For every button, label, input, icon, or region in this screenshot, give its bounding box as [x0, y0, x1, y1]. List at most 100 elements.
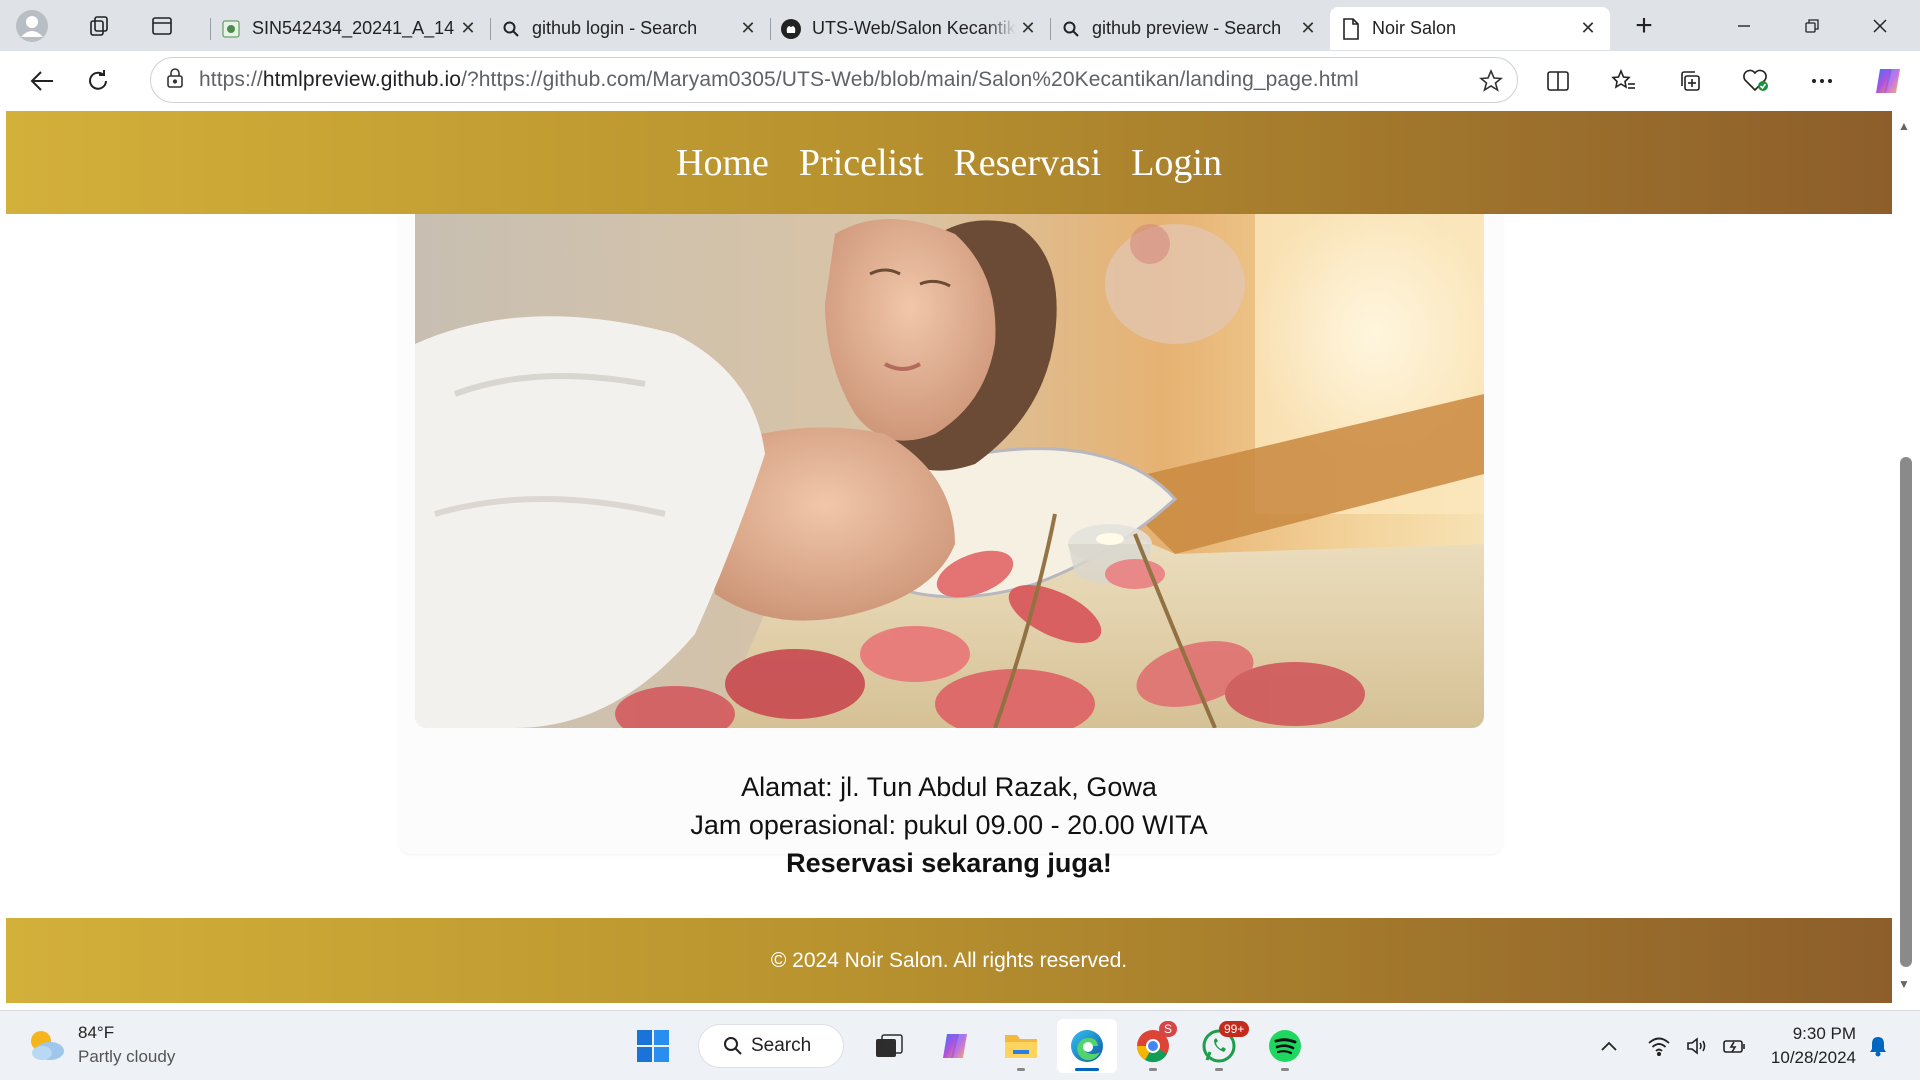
tab-github-login[interactable]: github login - Search ✕	[490, 7, 770, 50]
copilot-app[interactable]	[925, 1019, 985, 1073]
vertical-tabs-icon[interactable]	[140, 4, 184, 48]
windows-logo-icon	[637, 1030, 669, 1062]
copilot-icon[interactable]	[1860, 57, 1916, 105]
scrollbar-thumb[interactable]	[1900, 457, 1912, 967]
task-view-button[interactable]	[859, 1019, 919, 1073]
page-icon	[1340, 17, 1362, 40]
github-icon	[780, 18, 802, 40]
back-arrow-icon[interactable]	[14, 57, 70, 105]
hero-card	[399, 214, 1503, 854]
nav-home[interactable]: Home	[676, 141, 769, 185]
salon-info: Alamat: jl. Tun Abdul Razak, Gowa Jam op…	[6, 768, 1892, 882]
running-indicator	[1017, 1068, 1025, 1071]
close-window-icon[interactable]	[1846, 0, 1914, 51]
refresh-icon[interactable]	[70, 57, 126, 105]
chevron-up-icon[interactable]	[1590, 1040, 1628, 1052]
whatsapp-badge: 99+	[1219, 1021, 1250, 1037]
workspaces-icon[interactable]	[78, 4, 122, 48]
tab-sin[interactable]: SIN542434_20241_A_14 ✕	[210, 7, 490, 50]
active-indicator	[1075, 1068, 1099, 1071]
nav-pricelist[interactable]: Pricelist	[799, 141, 924, 185]
page-scrollbar[interactable]: ▲ ▼	[1892, 111, 1920, 1003]
tab-title: github preview - Search	[1092, 18, 1282, 38]
running-indicator	[1281, 1068, 1289, 1071]
scroll-down-icon[interactable]: ▼	[1898, 977, 1910, 991]
system-clock[interactable]: 9:30 PM 10/28/2024	[1750, 1022, 1856, 1070]
tab-title: github login - Search	[532, 18, 698, 38]
favorites-icon[interactable]	[1596, 57, 1652, 105]
nav-login[interactable]: Login	[1131, 141, 1222, 185]
tab-github-repo[interactable]: UTS-Web/Salon Kecantikan ✕	[770, 7, 1050, 50]
notification-bell-icon[interactable]	[1868, 1035, 1888, 1062]
volume-icon[interactable]	[1678, 1036, 1716, 1056]
new-tab-button[interactable]: +	[1616, 4, 1672, 48]
reservation-cta: Reservasi sekarang juga!	[786, 848, 1112, 878]
search-icon	[724, 1037, 742, 1055]
url-host: htmlpreview.github.io	[262, 68, 462, 91]
browser-essentials-icon[interactable]	[1728, 57, 1784, 105]
system-tray	[1590, 1021, 1754, 1071]
restore-icon[interactable]	[1778, 0, 1846, 51]
collections-icon[interactable]	[1662, 57, 1718, 105]
search-icon	[500, 18, 522, 40]
chrome-profile-badge: S	[1159, 1021, 1178, 1037]
partly-cloudy-icon	[31, 1031, 64, 1060]
footer-copyright: © 2024 Noir Salon. All rights reserved.	[770, 948, 1128, 972]
address-bar[interactable]: https://htmlpreview.github.io/?https://g…	[150, 57, 1518, 103]
spotify-icon	[1269, 1030, 1301, 1062]
clock-time: 9:30 PM	[1792, 1024, 1856, 1043]
copilot-icon	[943, 1034, 967, 1058]
taskbar-search[interactable]: Search	[698, 1024, 844, 1068]
edge-app[interactable]	[1057, 1019, 1117, 1073]
tab-noir-salon[interactable]: Noir Salon ✕	[1330, 7, 1610, 50]
site-logo-icon	[220, 18, 242, 40]
weather-condition: Partly cloudy	[78, 1047, 176, 1066]
search-icon	[1060, 18, 1082, 40]
tab-bar: SIN542434_20241_A_14 ✕ github login - Se…	[0, 0, 1920, 51]
battery-charging-icon[interactable]	[1716, 1036, 1754, 1056]
url-path: /?https://github.com/Maryam0305/UTS-Web/…	[461, 68, 1359, 91]
url-text[interactable]: https://htmlpreview.github.io/?https://g…	[199, 68, 1359, 92]
running-indicator	[1149, 1068, 1157, 1071]
browser-toolbar: https://htmlpreview.github.io/?https://g…	[0, 51, 1920, 111]
taskbar-search-label: Search	[751, 1035, 812, 1056]
site-footer: © 2024 Noir Salon. All rights reserved.	[6, 918, 1892, 1003]
profile-icon[interactable]	[10, 4, 54, 48]
hours-text: Jam operasional: pukul 09.00 - 20.00 WIT…	[690, 810, 1208, 840]
folder-icon	[1005, 1035, 1037, 1058]
address-text: Alamat: jl. Tun Abdul Razak, Gowa	[741, 772, 1157, 802]
wifi-icon[interactable]	[1640, 1036, 1678, 1056]
split-screen-icon[interactable]	[1530, 57, 1586, 105]
chrome-app[interactable]: S	[1123, 1019, 1183, 1073]
running-indicator	[1215, 1068, 1223, 1071]
tab-title: Noir Salon	[1372, 18, 1457, 38]
favorite-star-icon[interactable]	[1478, 68, 1504, 98]
tab-title: UTS-Web/Salon Kecantikan	[812, 18, 1016, 38]
close-icon[interactable]: ✕	[456, 18, 480, 39]
edge-icon	[1071, 1030, 1103, 1062]
task-view-icon	[876, 1034, 903, 1057]
whatsapp-app[interactable]: 99+	[1189, 1019, 1250, 1073]
close-icon[interactable]: ✕	[1576, 18, 1600, 39]
weather-temp: 84°F	[78, 1023, 115, 1042]
lock-icon[interactable]	[165, 67, 185, 94]
site-header: Home Pricelist Reservasi Login	[6, 111, 1892, 214]
weather-widget[interactable]: 84°F Partly cloudy	[26, 1021, 175, 1069]
nav-reservasi[interactable]: Reservasi	[953, 141, 1101, 185]
tab-title: SIN542434_20241_A_14	[252, 18, 455, 38]
hero-spa-image	[415, 214, 1484, 728]
windows-taskbar: 84°F Partly cloudy Search S 99+ 9:30 PM …	[0, 1010, 1920, 1080]
close-icon[interactable]: ✕	[736, 18, 760, 39]
start-button[interactable]	[623, 1019, 683, 1073]
scroll-up-icon[interactable]: ▲	[1898, 119, 1910, 133]
page-viewport: Home Pricelist Reservasi Login Alamat: j…	[6, 111, 1892, 1003]
clock-date: 10/28/2024	[1770, 1048, 1856, 1067]
url-prefix: https://	[199, 68, 263, 91]
close-icon[interactable]: ✕	[1296, 18, 1320, 39]
tab-github-preview[interactable]: github preview - Search ✕	[1050, 7, 1330, 50]
spotify-app[interactable]	[1255, 1019, 1315, 1073]
file-explorer-app[interactable]	[991, 1019, 1051, 1073]
more-options-icon[interactable]	[1794, 57, 1850, 105]
minimize-icon[interactable]	[1710, 0, 1778, 51]
close-icon[interactable]: ✕	[1016, 18, 1040, 39]
